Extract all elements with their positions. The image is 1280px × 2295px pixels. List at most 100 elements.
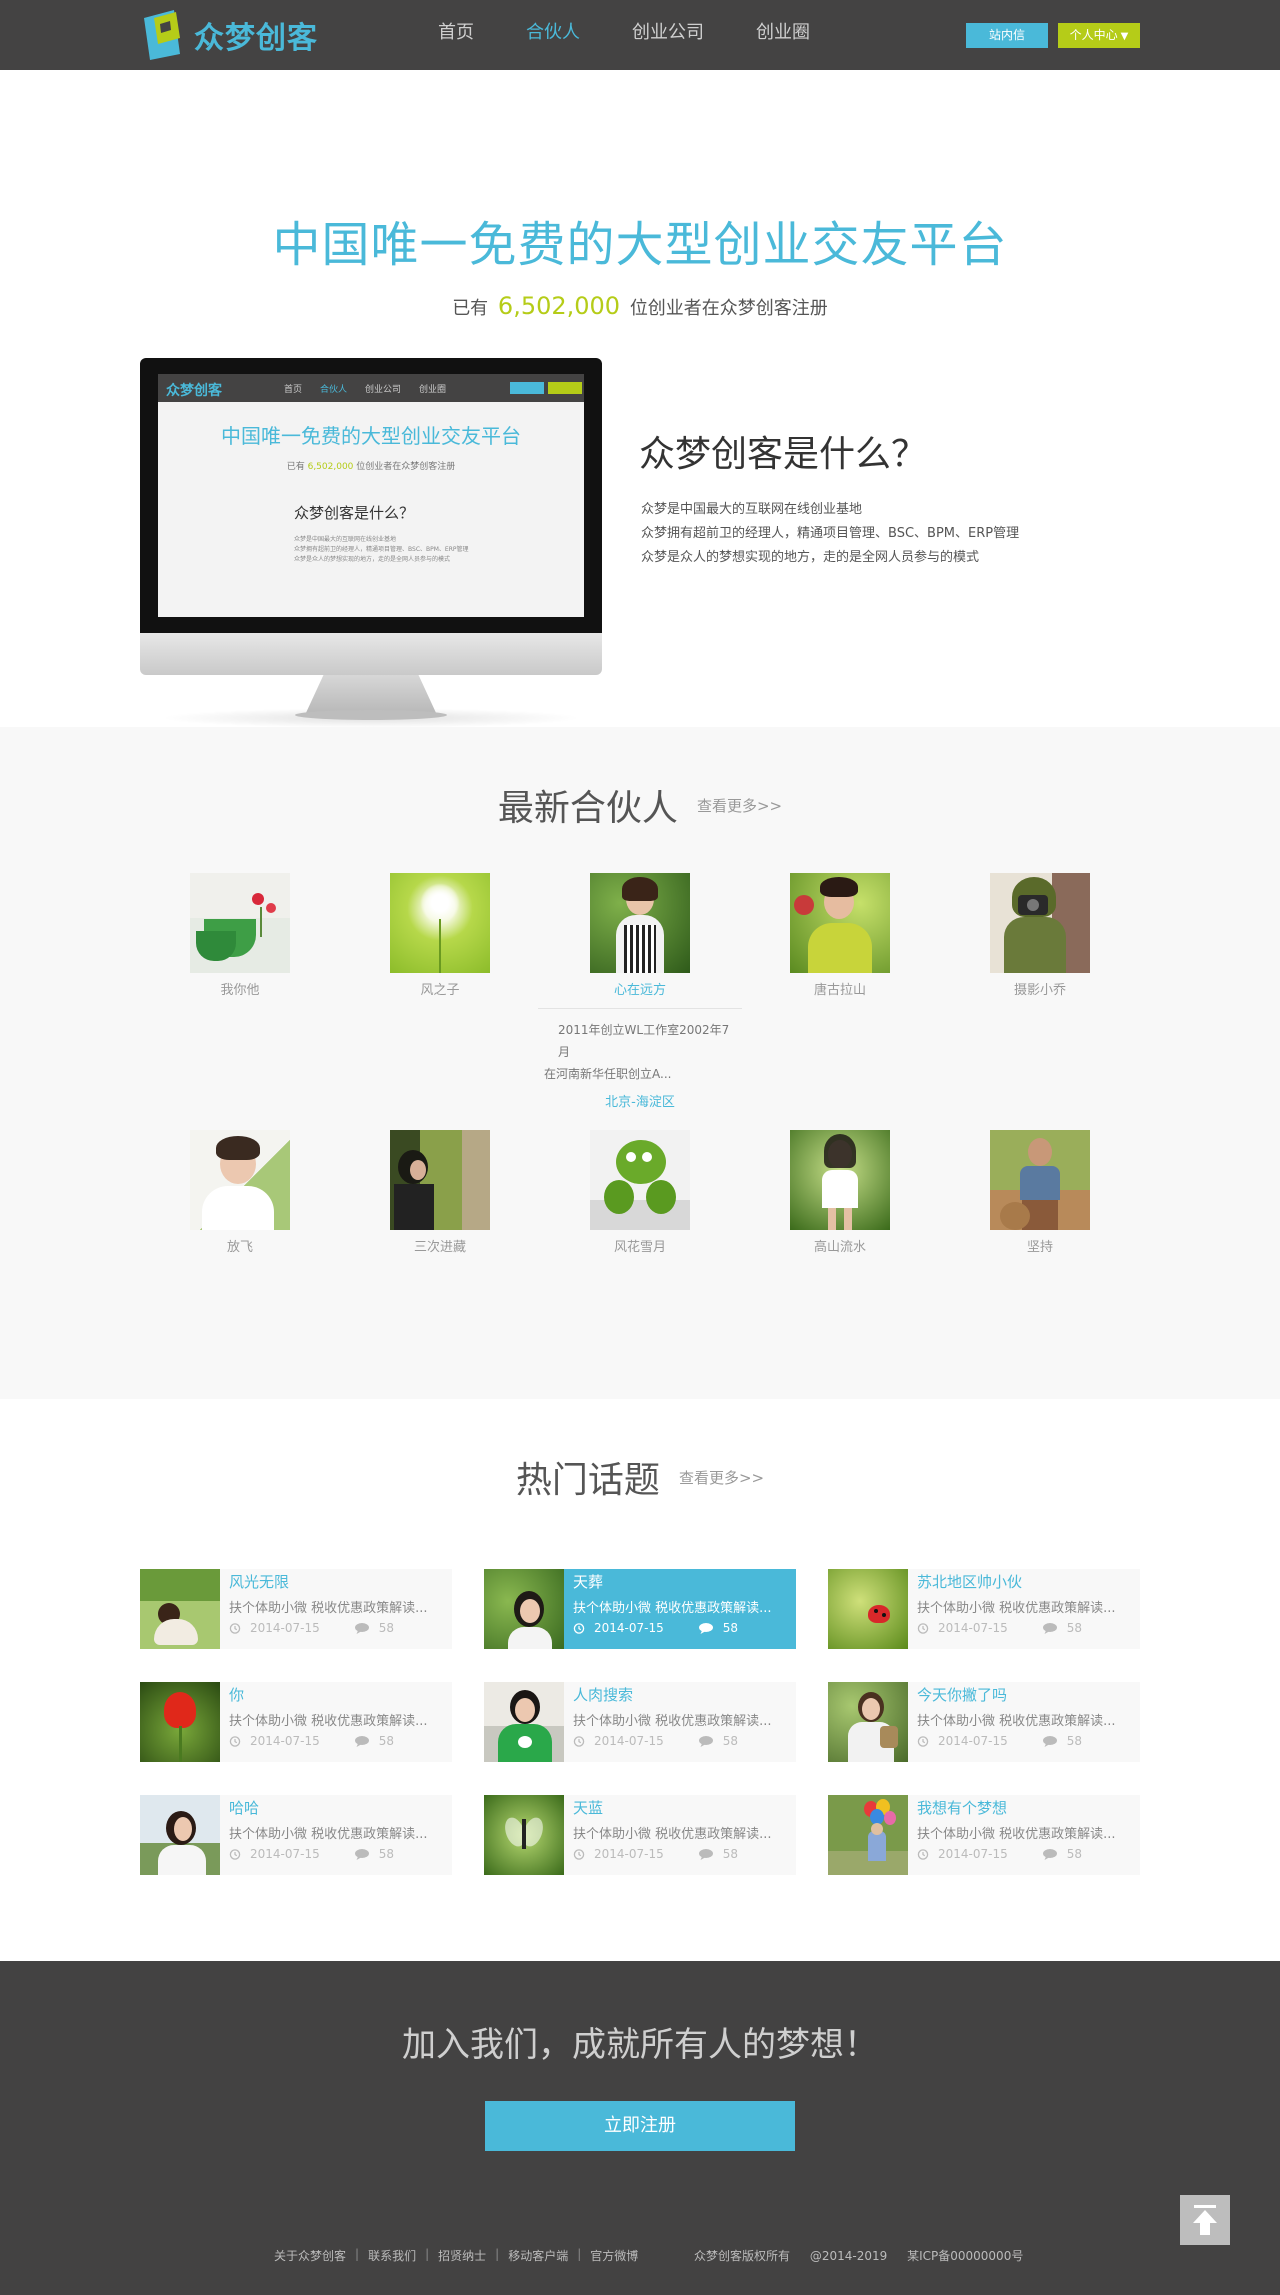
topic-comments: 58 (354, 1734, 394, 1748)
register-button[interactable]: 立即注册 (485, 2101, 795, 2151)
topic-photo (828, 1682, 908, 1762)
topic-comment-count: 58 (378, 1734, 395, 1748)
copyright: 众梦创客版权所有 @2014-2019 某ICP备00000000号 (694, 2247, 1039, 2264)
topic-comments: 58 (1042, 1734, 1082, 1748)
partner-card[interactable]: 三次进藏 (340, 1130, 540, 1255)
topic-title: 人肉搜索 (573, 1686, 634, 1704)
topic-title: 我想有个梦想 (917, 1799, 1008, 1817)
topic-card[interactable]: 我想有个梦想 扶个体助小微 税收优惠政策解读... 2014-07-15 58 (828, 1795, 1140, 1875)
clock-icon (917, 1735, 929, 1747)
footer-separator: | (425, 2247, 430, 2261)
partner-card[interactable]: 我你他 (140, 873, 340, 998)
partner-card[interactable]: 心在远方 (540, 873, 740, 998)
partner-name: 我你他 (220, 983, 260, 998)
user-center-label: 个人中心 (1069, 28, 1118, 42)
topic-card[interactable]: 人肉搜索 扶个体助小微 税收优惠政策解读... 2014-07-15 58 (484, 1682, 796, 1762)
topic-comments: 58 (698, 1621, 738, 1635)
topic-title: 天葬 (573, 1573, 604, 1591)
hot-topics-section: 热门话题 查看更多>> 风光无限 扶个体助小微 税收优惠政策解读... 2014… (0, 1399, 1280, 1961)
partner-card[interactable]: 放飞 (140, 1130, 340, 1255)
topic-photo (140, 1569, 220, 1649)
monitor-chin (140, 633, 602, 675)
partner-photo (590, 1130, 690, 1230)
comment-icon (354, 1735, 370, 1747)
topic-title: 风光无限 (229, 1573, 290, 1591)
topic-comments: 58 (354, 1621, 394, 1635)
topic-card[interactable]: 苏北地区帅小伙 扶个体助小微 税收优惠政策解读... 2014-07-15 58 (828, 1569, 1140, 1649)
partner-card[interactable]: 唐古拉山 (740, 873, 940, 998)
comment-icon (1042, 1848, 1058, 1860)
footer-link-jobs[interactable]: 招贤纳士 (438, 2247, 486, 2264)
partner-card[interactable]: 风花雪月 (540, 1130, 740, 1255)
topic-comment-count: 58 (378, 1621, 395, 1635)
comment-icon (698, 1848, 714, 1860)
user-center-button[interactable]: 个人中心 ▼ (1058, 23, 1140, 48)
clock-icon (229, 1622, 241, 1634)
topic-excerpt: 扶个体助小微 税收优惠政策解读... (917, 1714, 1116, 1729)
preview-header: 众梦创客 首页 合伙人 创业公司 创业圈 (158, 374, 584, 402)
topic-excerpt: 扶个体助小微 税收优惠政策解读... (229, 1827, 428, 1842)
partner-card[interactable]: 坚持 (940, 1130, 1140, 1255)
comment-icon (1042, 1735, 1058, 1747)
partners-more-link[interactable]: 查看更多>> (697, 795, 782, 816)
partners-row-2: 放飞 三次进藏 风花雪月 高山流水 坚持 (140, 1130, 1140, 1255)
footer-links: 关于众梦创客 | 联系我们 | 招贤纳士 | 移动客户端 | 官方微博 (274, 2247, 638, 2264)
preview-logo: 众梦创客 (166, 383, 222, 399)
topic-excerpt: 扶个体助小微 税收优惠政策解读... (573, 1601, 772, 1616)
topic-date: 2014-07-15 (250, 1847, 320, 1861)
footer-link-contact[interactable]: 联系我们 (368, 2247, 416, 2264)
topic-meta: 2014-07-15 58 (917, 1621, 1116, 1635)
partner-photo (990, 1130, 1090, 1230)
comment-icon (354, 1848, 370, 1860)
topic-card[interactable]: 你 扶个体助小微 税收优惠政策解读... 2014-07-15 58 (140, 1682, 452, 1762)
banner-subtitle: 已有 6,502,000 位创业者在众梦创客注册 (0, 292, 1280, 320)
about-line: 众梦是中国最大的互联网在线创业基地 (641, 502, 863, 517)
preview-line: 众梦拥有超前卫的经理人，精通项目管理、BSC、BPM、ERP管理 (294, 546, 469, 553)
topic-date: 2014-07-15 (594, 1847, 664, 1861)
topic-card[interactable]: 天蓝 扶个体助小微 税收优惠政策解读... 2014-07-15 58 (484, 1795, 796, 1875)
partner-card[interactable]: 风之子 (340, 873, 540, 998)
partner-location: 北京-海淀区 (605, 1095, 675, 1110)
footer-link-mobile[interactable]: 移动客户端 (508, 2247, 568, 2264)
footer-separator: | (355, 2247, 360, 2261)
topic-comment-count: 58 (722, 1621, 739, 1635)
nav-partners[interactable]: 合伙人 (526, 0, 580, 70)
topic-title: 你 (229, 1686, 245, 1704)
monitor-screen: 众梦创客 首页 合伙人 创业公司 创业圈 中国唯一免费的大型创业交友平台 已有 … (140, 358, 602, 633)
topic-card[interactable]: 天葬 扶个体助小微 税收优惠政策解读... 2014-07-15 58 (484, 1569, 796, 1649)
topics-more-link[interactable]: 查看更多>> (679, 1467, 764, 1488)
logo-text: 众梦创客 (194, 21, 318, 56)
topic-card[interactable]: 风光无限 扶个体助小微 税收优惠政策解读... 2014-07-15 58 (140, 1569, 452, 1649)
preview-nav-item: 创业圈 (419, 385, 447, 395)
topic-excerpt: 扶个体助小微 税收优惠政策解读... (229, 1714, 428, 1729)
inbox-button[interactable]: 站内信 (966, 23, 1048, 48)
topic-meta: 2014-07-15 58 (573, 1621, 772, 1635)
topic-comment-count: 58 (722, 1847, 739, 1861)
partner-card[interactable]: 高山流水 (740, 1130, 940, 1255)
topic-card[interactable]: 哈哈 扶个体助小微 税收优惠政策解读... 2014-07-15 58 (140, 1795, 452, 1875)
partner-card[interactable]: 摄影小乔 (940, 873, 1140, 998)
main-nav: 首页 合伙人 创业公司 创业圈 (438, 0, 862, 70)
partner-photo (790, 1130, 890, 1230)
topic-body: 苏北地区帅小伙 扶个体助小微 税收优惠政策解读... 2014-07-15 58 (908, 1569, 1116, 1649)
topic-card[interactable]: 今天你撇了吗 扶个体助小微 税收优惠政策解读... 2014-07-15 58 (828, 1682, 1140, 1762)
back-to-top-button[interactable] (1180, 2195, 1230, 2245)
about-line: 众梦拥有超前卫的经理人，精通项目管理、BSC、BPM、ERP管理 (641, 526, 1020, 541)
site-logo[interactable]: 众梦创客 (140, 6, 318, 64)
nav-startups[interactable]: 创业公司 (632, 0, 704, 70)
hero-banner: 中国唯一免费的大型创业交友平台 已有 6,502,000 位创业者在众梦创客注册… (0, 70, 1280, 756)
topic-body: 你 扶个体助小微 税收优惠政策解读... 2014-07-15 58 (220, 1682, 428, 1762)
footer-link-about[interactable]: 关于众梦创客 (274, 2247, 346, 2264)
topic-photo (828, 1795, 908, 1875)
topic-body: 天葬 扶个体助小微 税收优惠政策解读... 2014-07-15 58 (564, 1569, 772, 1649)
topic-photo (484, 1682, 564, 1762)
topic-date: 2014-07-15 (938, 1734, 1008, 1748)
footer-link-weibo[interactable]: 官方微博 (590, 2247, 638, 2264)
topic-body: 风光无限 扶个体助小微 税收优惠政策解读... 2014-07-15 58 (220, 1569, 428, 1649)
nav-home[interactable]: 首页 (438, 0, 474, 70)
nav-circle[interactable]: 创业圈 (756, 0, 810, 70)
icp-number: 某ICP备00000000号 (907, 2249, 1024, 2263)
partner-photo (990, 873, 1090, 973)
clock-icon (573, 1848, 585, 1860)
topic-comments: 58 (1042, 1621, 1082, 1635)
